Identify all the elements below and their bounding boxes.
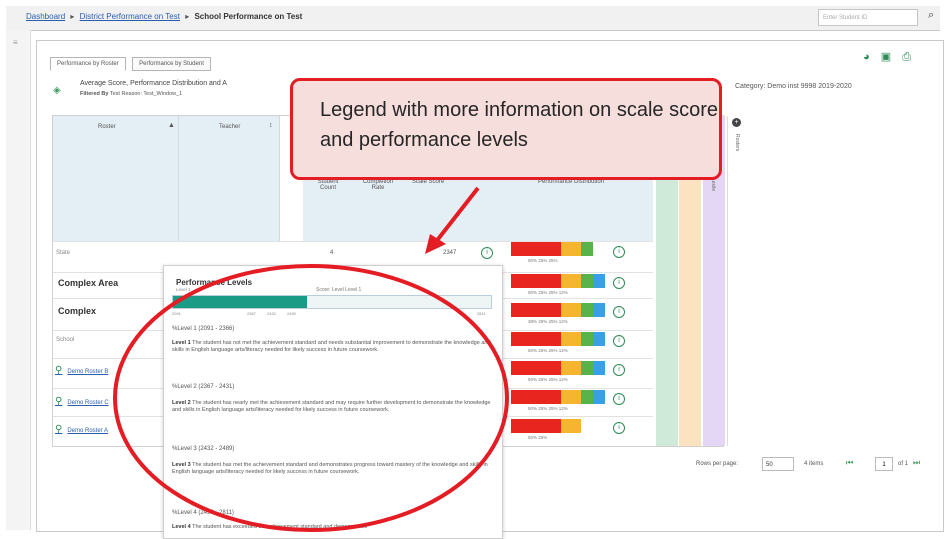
- highlight-ellipse: [113, 264, 509, 532]
- callout-arrow-head: [425, 234, 446, 254]
- callout-box: Legend with more information on scale sc…: [290, 78, 722, 180]
- callout-text: Legend with more information on scale sc…: [320, 99, 718, 151]
- callout-arrow-line: [433, 186, 480, 245]
